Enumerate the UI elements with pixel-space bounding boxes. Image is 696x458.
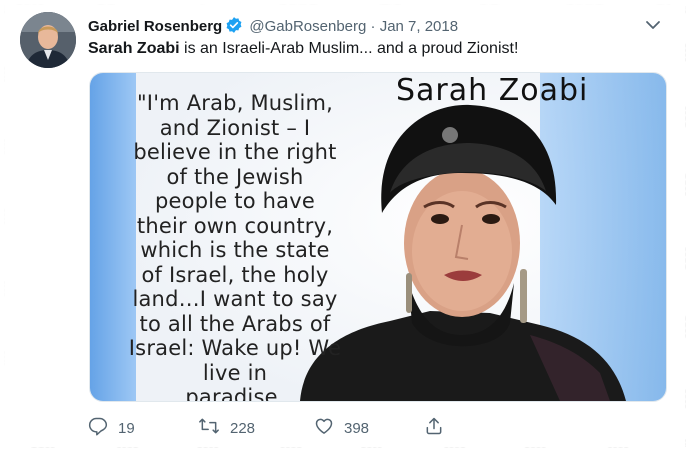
quote-line: land…I want to say xyxy=(132,287,338,311)
quote-line: and Zionist – I xyxy=(159,115,311,140)
reply-button[interactable]: 19 xyxy=(88,416,135,440)
retweet-icon xyxy=(198,416,230,440)
author-handle[interactable]: @GabRosenberg xyxy=(249,18,366,35)
quote-line: Israel: Wake up! We xyxy=(128,336,342,360)
retweet-count: 228 xyxy=(230,419,256,437)
retweet-button[interactable]: 228 xyxy=(198,416,255,440)
reply-icon xyxy=(88,416,118,440)
tweet-text: Sarah Zoabi is an Israeli-Arab Muslim...… xyxy=(88,40,518,58)
chevron-down-icon[interactable] xyxy=(644,16,662,34)
quote-line: of Israel, the holy xyxy=(141,262,329,287)
quote-line: people to have xyxy=(155,189,315,213)
avatar[interactable] xyxy=(20,12,76,68)
reply-count: 19 xyxy=(118,419,135,437)
tweet-card: Gabriel Rosenberg @GabRosenberg · Jan 7,… xyxy=(4,4,686,448)
verified-badge-icon xyxy=(225,16,243,38)
quote-line: live in xyxy=(202,360,268,385)
tweet-text-body: is an Israeli-Arab Muslim... and a proud… xyxy=(179,40,519,57)
quote-line: "I'm Arab, Muslim, xyxy=(136,91,334,115)
quote-line: believe in the right xyxy=(133,140,337,164)
tweet-header: Gabriel Rosenberg @GabRosenberg · Jan 7,… xyxy=(88,16,458,38)
separator: · xyxy=(370,18,376,35)
quote-line: their own country, xyxy=(136,213,334,238)
tweet-date[interactable]: Jan 7, 2018 xyxy=(380,18,458,35)
tweet-text-mention: Sarah Zoabi xyxy=(88,40,180,57)
tweet-actions: 19 228 398 xyxy=(88,416,508,440)
quote-line: paradise. xyxy=(185,385,285,402)
quote-line: of the Jewish xyxy=(166,164,304,189)
media-overlay-name: Sarah Zoabi xyxy=(396,73,589,108)
media-quote: "I'm Arab, Muslim, and Zionist – I belie… xyxy=(90,91,380,402)
share-button[interactable] xyxy=(424,416,454,440)
author-name[interactable]: Gabriel Rosenberg xyxy=(88,18,222,35)
quote-line: to all the Arabs of xyxy=(139,311,331,336)
tweet-media-image[interactable]: Sarah Zoabi "I'm Arab, Muslim, and Zioni… xyxy=(89,72,667,402)
like-count: 398 xyxy=(344,419,370,437)
share-icon xyxy=(424,416,454,440)
heart-icon xyxy=(314,416,344,440)
quote-line: which is the state xyxy=(140,238,330,262)
like-button[interactable]: 398 xyxy=(314,416,369,440)
